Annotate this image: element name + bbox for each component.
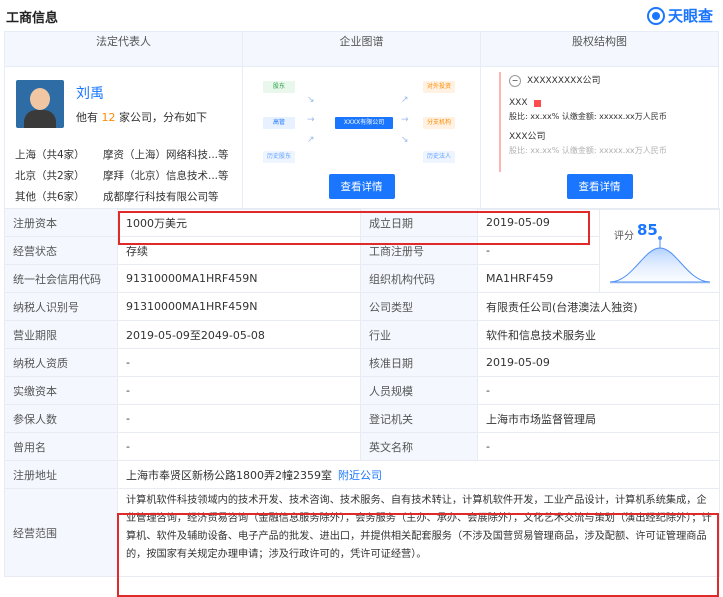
arrow-icon: ↘ <box>401 135 409 145</box>
highlight-box-capital-date <box>118 211 590 245</box>
field-value: 软件和信息技术服务业 <box>477 320 720 349</box>
table-row: 纳税人识别号 91310000MA1HRF459N 公司类型 有限责任公司(台港… <box>4 292 720 321</box>
field-label: 登记机关 <box>360 404 478 433</box>
graph-node: 高管 <box>263 117 295 129</box>
list-item[interactable]: 北京（共2家） 摩拜（北京）信息技术...等 <box>15 166 240 187</box>
collapse-icon[interactable]: − <box>509 75 521 87</box>
field-value: 上海市市场监督管理局 <box>477 404 720 433</box>
field-label: 纳税人识别号 <box>4 292 118 321</box>
equity-structure-cell: − XXXXXXXXX公司 XXX 股比: xx.xx% 认缴金额: xxxxx… <box>480 66 719 210</box>
graph-node: 对外投资 <box>423 81 455 93</box>
enterprise-graph-header: 企业图谱 <box>242 31 481 67</box>
brand-mark-icon <box>646 6 665 25</box>
list-item[interactable]: 上海（共4家） 摩资（上海）网络科技...等 <box>15 145 240 166</box>
equity-company: XXXXXXXXX公司 <box>527 76 601 86</box>
arrow-icon: → <box>307 115 315 125</box>
company-count[interactable]: 12 <box>102 111 116 124</box>
field-value: 91310000MA1HRF459N <box>117 292 361 321</box>
field-value: 2019-05-09 <box>477 348 720 377</box>
person-summary: 他有 12 家公司，分布如下 <box>76 111 207 124</box>
arrow-icon: ↗ <box>307 135 315 145</box>
field-label: 曾用名 <box>4 432 118 461</box>
tag-icon <box>533 99 541 107</box>
graph-node: 股东 <box>263 81 295 93</box>
highlight-box-scope <box>117 513 719 597</box>
field-value: 有限责任公司(台港澳法人独资) <box>477 292 720 321</box>
field-label: 核准日期 <box>360 348 478 377</box>
shareholder-detail: 股比: xx.xx% 认缴金额: xxxxx.xx万人民币 <box>509 112 667 121</box>
field-label: 人员规模 <box>360 376 478 405</box>
overview-table: 法定代表人 企业图谱 股权结构图 刘禹 他有 12 家公司，分布如下 上海（共4… <box>4 31 719 210</box>
brand-name: 天眼查 <box>667 7 713 25</box>
field-value: - <box>117 376 361 405</box>
graph-center-node: XXXX有限公司 <box>335 117 393 129</box>
graph-node: 历史股东 <box>263 151 295 163</box>
equity-view-details-button[interactable]: 查看详情 <box>566 174 633 199</box>
field-label: 纳税人资质 <box>4 348 118 377</box>
table-row: 纳税人资质 - 核准日期 2019-05-09 <box>4 348 720 377</box>
nearby-companies-link[interactable]: 附近公司 <box>338 469 382 482</box>
field-value: 91310000MA1HRF459N <box>117 264 361 293</box>
legal-rep-cell: 刘禹 他有 12 家公司，分布如下 上海（共4家） 摩资（上海）网络科技...等 … <box>4 66 243 210</box>
graph-node: 分支机构 <box>423 117 455 129</box>
shareholder-detail: 股比: xx.xx% 认缴金额: xxxxx.xx万人民币 <box>509 146 667 155</box>
table-row: 注册地址 上海市奉贤区新杨公路1800弄2幢2359室 附近公司 <box>4 460 720 489</box>
enterprise-graph-diagram: 股东 高管 历史股东 XXXX有限公司 对外投资 分支机构 历史法人 ↘ → ↗… <box>261 77 466 172</box>
shareholder-name: XXX公司 <box>509 132 546 142</box>
table-row: 实缴资本 - 人员规模 - <box>4 376 720 405</box>
equity-structure-diagram: − XXXXXXXXX公司 XXX 股比: xx.xx% 认缴金额: xxxxx… <box>499 72 714 172</box>
section-title: 工商信息 <box>6 11 59 26</box>
legal-rep-header: 法定代表人 <box>4 31 243 67</box>
field-label: 营业期限 <box>4 320 118 349</box>
field-label: 统一社会信用代码 <box>4 264 118 293</box>
field-value: - <box>117 348 361 377</box>
field-label: 经营范围 <box>4 488 118 577</box>
field-value: MA1HRF459 <box>477 264 600 293</box>
field-value: - <box>477 432 720 461</box>
graph-view-details-button[interactable]: 查看详情 <box>328 174 395 199</box>
equity-structure-header: 股权结构图 <box>480 31 719 67</box>
credit-score-widget[interactable]: 评分 85 <box>602 210 716 288</box>
shareholder-name: XXX <box>509 98 528 108</box>
arrow-icon: ↘ <box>307 95 315 105</box>
field-value: - <box>117 404 361 433</box>
field-value: 2019-05-09至2049-05-08 <box>117 320 361 349</box>
field-label: 公司类型 <box>360 292 478 321</box>
field-value: - <box>477 376 720 405</box>
address-text: 上海市奉贤区新杨公路1800弄2幢2359室 <box>126 468 332 482</box>
field-label: 实缴资本 <box>4 376 118 405</box>
field-value: - <box>117 432 361 461</box>
header-bar: 工商信息 天眼查 <box>0 0 723 30</box>
field-label: 英文名称 <box>360 432 478 461</box>
field-label: 行业 <box>360 320 478 349</box>
enterprise-graph-cell: 股东 高管 历史股东 XXXX有限公司 对外投资 分支机构 历史法人 ↘ → ↗… <box>242 66 481 210</box>
person-name-link[interactable]: 刘禹 <box>76 83 207 103</box>
field-label: 注册地址 <box>4 460 118 489</box>
address-value: 上海市奉贤区新杨公路1800弄2幢2359室 附近公司 <box>117 460 720 489</box>
score-curve-icon <box>609 236 711 284</box>
table-row: 曾用名 - 英文名称 - <box>4 432 720 461</box>
arrow-icon: → <box>401 115 409 125</box>
brand-logo[interactable]: 天眼查 <box>646 5 713 26</box>
field-label: 注册资本 <box>4 208 118 237</box>
business-info-panel: 工商信息 天眼查 法定代表人 企业图谱 股权结构图 刘禹 他有 12 家公司，分… <box>0 0 723 597</box>
field-label: 经营状态 <box>4 236 118 265</box>
graph-node: 历史法人 <box>423 151 455 163</box>
related-companies-list: 上海（共4家） 摩资（上海）网络科技...等 北京（共2家） 摩拜（北京）信息技术.… <box>15 145 240 208</box>
table-row: 参保人数 - 登记机关 上海市市场监督管理局 <box>4 404 720 433</box>
list-item[interactable]: 其他（共6家） 成都摩行科技有限公司等 <box>15 187 240 208</box>
field-label: 组织机构代码 <box>360 264 478 293</box>
field-label: 参保人数 <box>4 404 118 433</box>
table-row: 营业期限 2019-05-09至2049-05-08 行业 软件和信息技术服务业 <box>4 320 720 349</box>
arrow-icon: ↗ <box>401 95 409 105</box>
avatar[interactable] <box>16 80 64 128</box>
